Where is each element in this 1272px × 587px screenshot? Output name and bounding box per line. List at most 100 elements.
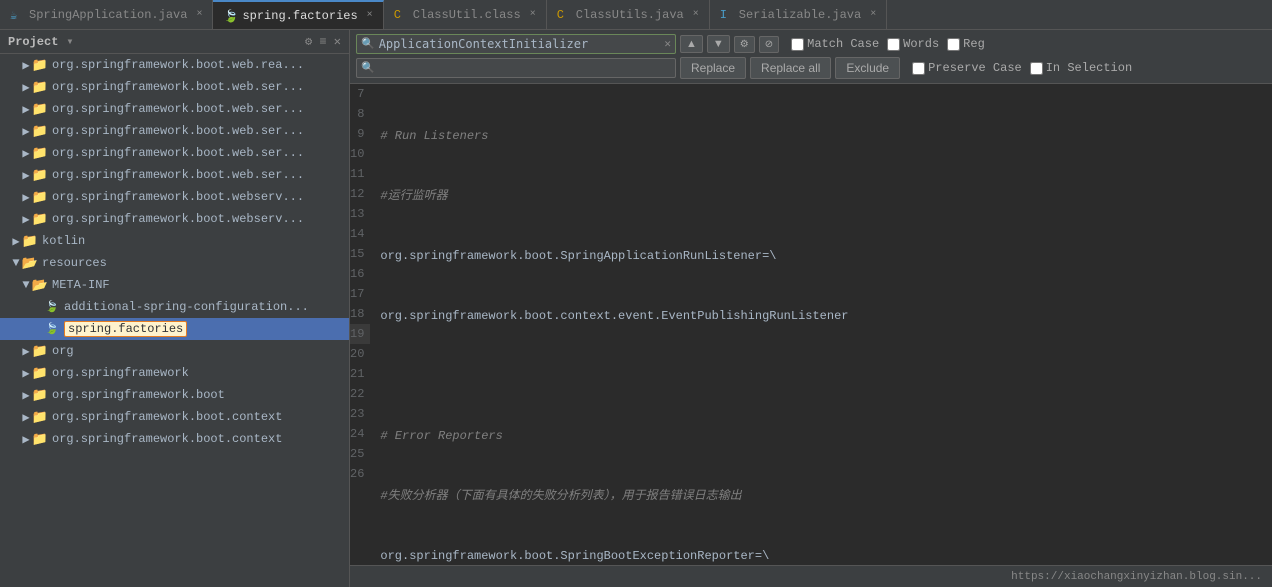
arrow-icon: ▶: [20, 344, 32, 359]
find-input[interactable]: [379, 37, 661, 51]
arrow-icon: ▼: [20, 278, 32, 292]
code-line-10: org.springframework.boot.context.event.E…: [380, 306, 1262, 326]
sidebar-item-context[interactable]: ▶ 📁 org.springframework.boot.context: [0, 406, 349, 428]
regex-label[interactable]: Reg: [947, 37, 985, 51]
arrow-icon: ▶: [20, 102, 32, 117]
arrow-icon: ▶: [20, 212, 32, 227]
tab-serializable-close[interactable]: ×: [870, 9, 876, 20]
regex-checkbox[interactable]: [947, 38, 960, 51]
sidebar-item-web6[interactable]: ▶ 📁 org.springframework.boot.web.ser...: [0, 164, 349, 186]
replace-button[interactable]: Replace: [680, 57, 746, 79]
tab-springapplication[interactable]: ☕ SpringApplication.java ×: [0, 0, 213, 29]
ln-26: 26: [350, 464, 370, 484]
find-options-button[interactable]: ⚙: [734, 36, 755, 53]
sidebar-item-webserv2-label: org.springframework.boot.webserv...: [52, 212, 304, 226]
sidebar-item-metainf[interactable]: ▼ 📂 META-INF: [0, 274, 349, 296]
tab-bar: ☕ SpringApplication.java × 🍃 spring.fact…: [0, 0, 1272, 30]
folder-icon: 📂: [22, 255, 38, 271]
folder-icon: 📁: [32, 101, 48, 117]
sidebar-item-springboot[interactable]: ▶ 📁 org.springframework.boot: [0, 384, 349, 406]
sidebar-item-additional[interactable]: ▶ 🍃 additional-spring-configuration...: [0, 296, 349, 318]
words-label[interactable]: Words: [887, 37, 939, 51]
sidebar-item-webserv2[interactable]: ▶ 📁 org.springframework.boot.webserv...: [0, 208, 349, 230]
arrow-icon: ▶: [20, 80, 32, 95]
arrow-icon: ▶: [20, 58, 32, 73]
spring-file-icon: 🍃: [44, 299, 60, 315]
ln-20: 20: [350, 344, 370, 364]
replace-input-wrapper[interactable]: 🔍: [356, 58, 676, 78]
tab-classutil-close[interactable]: ×: [530, 9, 536, 20]
sidebar-item-web2[interactable]: ▶ 📁 org.springframework.boot.web.ser...: [0, 76, 349, 98]
sidebar-settings-icon[interactable]: ⚙ ≡ ✕: [305, 34, 341, 49]
find-next-button[interactable]: ▼: [707, 35, 730, 53]
folder-icon: 📁: [32, 79, 48, 95]
tab-classutil[interactable]: C ClassUtil.class ×: [384, 0, 547, 29]
sidebar-item-web5[interactable]: ▶ 📁 org.springframework.boot.web.ser...: [0, 142, 349, 164]
code-line-7: # Run Listeners: [380, 126, 1262, 146]
ln-22: 22: [350, 384, 370, 404]
sidebar-item-web2-label: org.springframework.boot.web.ser...: [52, 80, 304, 94]
in-selection-checkbox[interactable]: [1030, 62, 1043, 75]
tab-serializable[interactable]: I Serializable.java ×: [710, 0, 887, 29]
exclude-button[interactable]: Exclude: [835, 57, 900, 79]
tab-springfactories-close[interactable]: ×: [367, 10, 373, 21]
match-case-label[interactable]: Match Case: [791, 37, 879, 51]
sidebar-item-org[interactable]: ▶ 📁 org: [0, 340, 349, 362]
sidebar-item-web3-label: org.springframework.boot.web.ser...: [52, 102, 304, 116]
sidebar-item-web4-label: org.springframework.boot.web.ser...: [52, 124, 304, 138]
folder-icon: 📁: [32, 123, 48, 139]
ln-21: 21: [350, 364, 370, 384]
ln-14: 14: [350, 224, 370, 244]
sidebar-item-context2-label: org.springframework.boot.context: [52, 432, 282, 446]
arrow-icon: ▶: [20, 168, 32, 183]
sidebar-item-web5-label: org.springframework.boot.web.ser...: [52, 146, 304, 160]
replace-input[interactable]: [375, 61, 671, 75]
sidebar-item-web3[interactable]: ▶ 📁 org.springframework.boot.web.ser...: [0, 98, 349, 120]
in-selection-label[interactable]: In Selection: [1030, 61, 1132, 75]
sidebar-item-context2[interactable]: ▶ 📁 org.springframework.boot.context: [0, 428, 349, 450]
replace-all-button[interactable]: Replace all: [750, 57, 831, 79]
preserve-case-checkbox[interactable]: [912, 62, 925, 75]
tab-springfactories[interactable]: 🍃 spring.factories ×: [213, 0, 383, 29]
sidebar-item-springframework[interactable]: ▶ 📁 org.springframework: [0, 362, 349, 384]
folder-icon: 📁: [32, 431, 48, 447]
tab-classutils-close[interactable]: ×: [693, 9, 699, 20]
sidebar-item-springfactories-label: spring.factories: [64, 321, 187, 337]
words-checkbox[interactable]: [887, 38, 900, 51]
folder-icon: 📁: [32, 189, 48, 205]
preserve-case-label[interactable]: Preserve Case: [912, 61, 1022, 75]
sidebar-item-resources[interactable]: ▼ 📂 resources: [0, 252, 349, 274]
sidebar-item-resources-label: resources: [42, 256, 107, 270]
sidebar-item-org-label: org: [52, 344, 74, 358]
sidebar-item-kotlin[interactable]: ▶ 📁 kotlin: [0, 230, 349, 252]
ln-18: 18: [350, 304, 370, 324]
match-case-checkbox[interactable]: [791, 38, 804, 51]
folder-icon: 📁: [32, 365, 48, 381]
folder-icon: 📁: [32, 387, 48, 403]
options-area: Match Case Words Reg: [791, 37, 985, 51]
sidebar-item-context-label: org.springframework.boot.context: [52, 410, 282, 424]
options-area-2: Preserve Case In Selection: [912, 61, 1132, 75]
sidebar-item-web4[interactable]: ▶ 📁 org.springframework.boot.web.ser...: [0, 120, 349, 142]
find-replace-bar: 🔍 ✕ ▲ ▼ ⚙ ⊘ Match Case: [350, 30, 1272, 84]
ln-7: 7: [350, 84, 370, 104]
sidebar-item-webserv1[interactable]: ▶ 📁 org.springframework.boot.webserv...: [0, 186, 349, 208]
folder-icon: 📁: [32, 57, 48, 73]
ln-10: 10: [350, 144, 370, 164]
find-prev-button[interactable]: ▲: [680, 35, 703, 53]
tab-classutils[interactable]: C ClassUtils.java ×: [547, 0, 710, 29]
find-clear-icon[interactable]: ✕: [664, 37, 671, 51]
find-input-wrapper[interactable]: 🔍 ✕: [356, 34, 676, 54]
ln-13: 13: [350, 204, 370, 224]
replace-input-icon: 🔍: [361, 61, 375, 75]
ln-17: 17: [350, 284, 370, 304]
folder-icon: 📁: [32, 167, 48, 183]
arrow-icon: ▶: [20, 388, 32, 403]
sidebar-item-web1[interactable]: ▶ 📁 org.springframework.boot.web.rea...: [0, 54, 349, 76]
code-line-8: #运行监听器: [380, 186, 1262, 206]
code-line-9: org.springframework.boot.SpringApplicati…: [380, 246, 1262, 266]
tab-springapp-close[interactable]: ×: [196, 9, 202, 20]
sidebar-item-springfactories[interactable]: ▶ 🍃 spring.factories: [0, 318, 349, 340]
find-filter-button[interactable]: ⊘: [759, 36, 779, 53]
spring-file-icon2: 🍃: [44, 321, 60, 337]
